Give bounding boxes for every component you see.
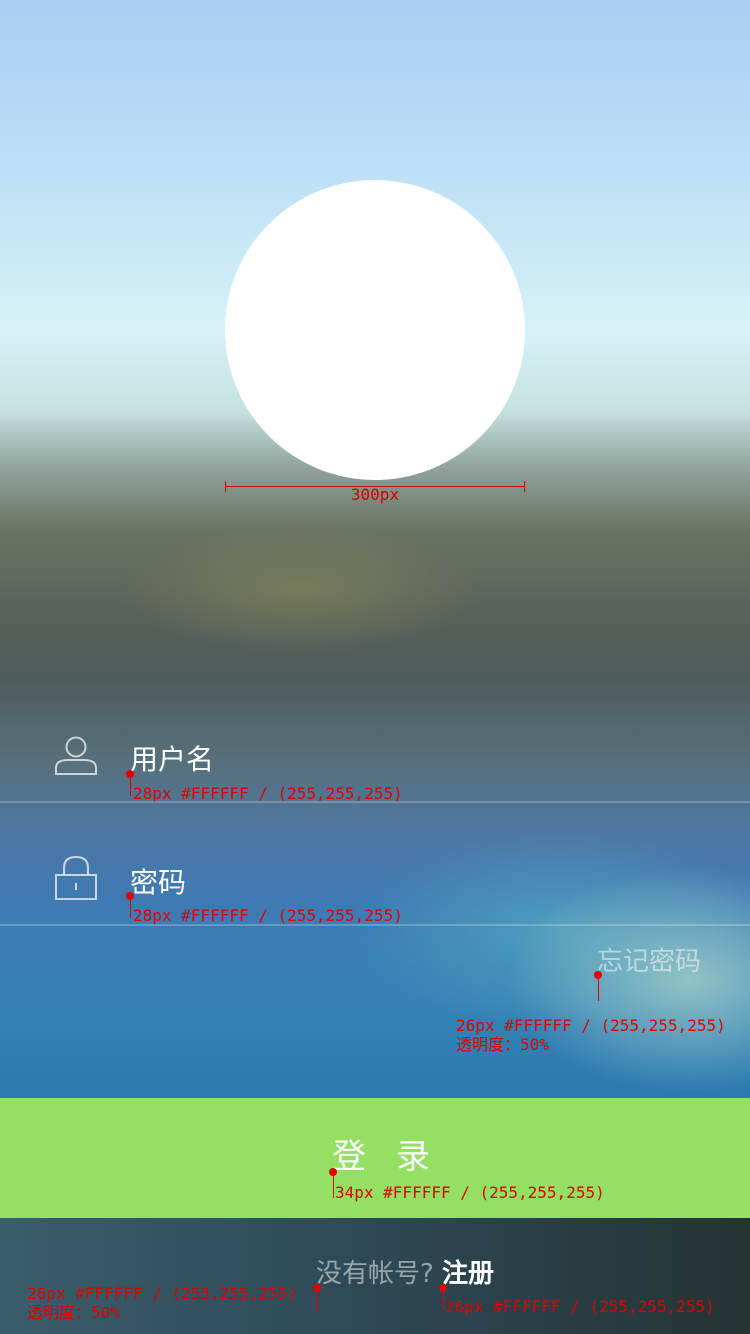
annotation-stem [130,774,131,796]
no-account-annotation-opacity: 透明度：50% [27,1303,120,1322]
password-annotation: 28px #FFFFFF / (255,255,255) [133,906,403,925]
forgot-annotation-opacity: 透明度：50% [456,1035,549,1054]
register-link[interactable]: 注册 [442,1259,494,1289]
login-annotation: 34px #FFFFFF / (255,255,255) [335,1183,605,1202]
no-account-annotation: 26px #FFFFFF / (255,255,255) [27,1284,297,1303]
username-divider [0,801,750,803]
forgot-annotation: 26px #FFFFFF / (255,255,255) [456,1016,726,1035]
annotation-stem [598,975,599,1001]
password-input[interactable]: 密码 [130,867,186,899]
password-divider [0,924,750,926]
avatar-size-annotation: 300px [350,485,400,504]
user-icon [54,734,98,778]
avatar[interactable] [225,180,525,480]
annotation-stem [333,1172,334,1198]
annotation-stem [443,1288,444,1310]
no-account-text: 没有帐号? [316,1259,434,1289]
annotation-stem [130,896,131,918]
forgot-password-link[interactable]: 忘记密码 [597,947,701,977]
lock-icon [54,855,98,901]
annotation-stem [317,1288,318,1312]
register-annotation: 26px #FFFFFF / (255,255,255) [445,1297,715,1316]
username-input[interactable]: 用户名 [130,744,214,776]
login-button-label: 登录 [332,1137,460,1177]
